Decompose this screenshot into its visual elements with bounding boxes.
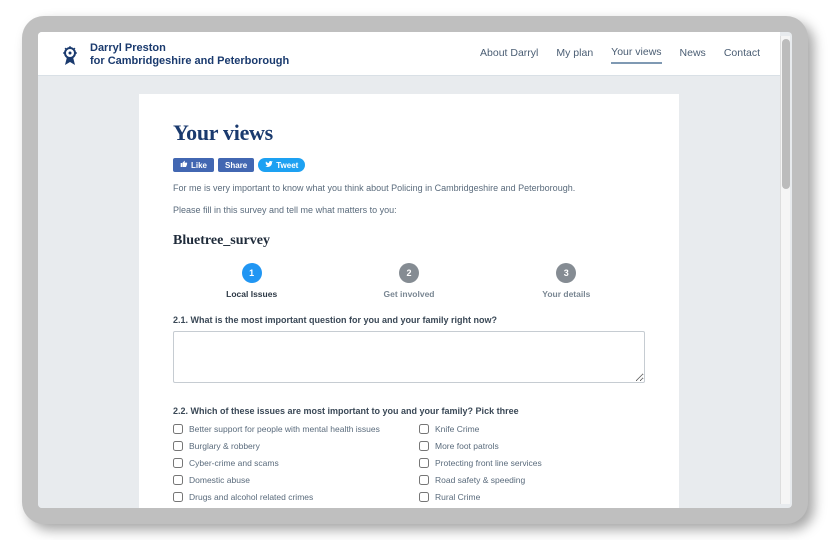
facebook-share-button[interactable]: Share bbox=[218, 158, 254, 172]
brand-name: Darryl Preston bbox=[90, 42, 289, 55]
checkbox-option[interactable]: More foot patrols bbox=[419, 441, 645, 451]
social-buttons: Like Share Tweet bbox=[173, 158, 645, 172]
tablet-frame: Darryl Preston for Cambridgeshire and Pe… bbox=[22, 16, 808, 524]
checkbox-label: Rural Crime bbox=[435, 492, 480, 502]
checkbox-input[interactable] bbox=[173, 458, 183, 468]
question-2-label: 2.2. Which of these issues are most impo… bbox=[173, 406, 645, 416]
checkbox-input[interactable] bbox=[173, 492, 183, 502]
checkbox-input[interactable] bbox=[173, 441, 183, 451]
survey-title: Bluetree_survey bbox=[173, 233, 645, 249]
nav-views[interactable]: Your views bbox=[611, 46, 661, 64]
question-1-label: 2.1. What is the most important question… bbox=[173, 315, 645, 325]
checkbox-option[interactable]: Burglary & robbery bbox=[173, 441, 399, 451]
brand[interactable]: Darryl Preston for Cambridgeshire and Pe… bbox=[58, 42, 289, 67]
checkbox-label: Burglary & robbery bbox=[189, 441, 260, 451]
checkbox-label: Road safety & speeding bbox=[435, 475, 525, 485]
checkbox-label: Domestic abuse bbox=[189, 475, 250, 485]
checkbox-option[interactable]: Rural Crime bbox=[419, 492, 645, 502]
tweet-label: Tweet bbox=[276, 161, 298, 170]
brand-tagline: for Cambridgeshire and Peterborough bbox=[90, 55, 289, 68]
main-nav: About Darryl My plan Your views News Contact bbox=[480, 46, 760, 64]
twitter-icon bbox=[265, 160, 273, 170]
checkbox-label: Drugs and alcohol related crimes bbox=[189, 492, 313, 502]
step-label: Local Issues bbox=[226, 289, 277, 299]
checkbox-input[interactable] bbox=[173, 424, 183, 434]
checkbox-input[interactable] bbox=[419, 475, 429, 485]
checkbox-option[interactable]: Cyber-crime and scams bbox=[173, 458, 399, 468]
content-area: Your views Like Share bbox=[38, 76, 780, 508]
checkbox-label: More foot patrols bbox=[435, 441, 499, 451]
question-2-options: Better support for people with mental he… bbox=[173, 424, 645, 508]
checkbox-input[interactable] bbox=[419, 441, 429, 451]
checkbox-option[interactable]: Protecting front line services bbox=[419, 458, 645, 468]
checkbox-input[interactable] bbox=[419, 492, 429, 502]
step-circle: 2 bbox=[399, 263, 419, 283]
page-title: Your views bbox=[173, 120, 645, 146]
scrollbar-thumb[interactable] bbox=[782, 39, 790, 189]
like-label: Like bbox=[191, 161, 207, 170]
step-circle: 1 bbox=[242, 263, 262, 283]
nav-news[interactable]: News bbox=[680, 47, 706, 63]
checkbox-option[interactable]: Road safety & speeding bbox=[419, 475, 645, 485]
checkbox-input[interactable] bbox=[419, 458, 429, 468]
step-2[interactable]: 2 Get involved bbox=[330, 263, 487, 299]
brand-text: Darryl Preston for Cambridgeshire and Pe… bbox=[90, 42, 289, 67]
site-header: Darryl Preston for Cambridgeshire and Pe… bbox=[38, 32, 780, 76]
step-3[interactable]: 3 Your details bbox=[488, 263, 645, 299]
checkbox-option[interactable]: Knife Crime bbox=[419, 424, 645, 434]
step-circle: 3 bbox=[556, 263, 576, 283]
intro-line2: Please fill in this survey and tell me w… bbox=[173, 204, 645, 218]
intro-line1: For me is very important to know what yo… bbox=[173, 182, 645, 196]
step-1[interactable]: 1 Local Issues bbox=[173, 263, 330, 299]
checkbox-option[interactable]: Better support for people with mental he… bbox=[173, 424, 399, 434]
page-viewport: Darryl Preston for Cambridgeshire and Pe… bbox=[38, 32, 780, 508]
facebook-like-button[interactable]: Like bbox=[173, 158, 214, 172]
rosette-icon bbox=[58, 43, 82, 67]
nav-plan[interactable]: My plan bbox=[556, 47, 593, 63]
share-label: Share bbox=[225, 161, 247, 170]
checkbox-input[interactable] bbox=[419, 424, 429, 434]
checkbox-input[interactable] bbox=[173, 475, 183, 485]
checkbox-option[interactable]: Domestic abuse bbox=[173, 475, 399, 485]
main-card: Your views Like Share bbox=[139, 94, 679, 508]
checkbox-label: Knife Crime bbox=[435, 424, 479, 434]
survey-stepper: 1 Local Issues 2 Get involved 3 Your details bbox=[173, 263, 645, 299]
checkbox-label: Protecting front line services bbox=[435, 458, 542, 468]
checkbox-label: Cyber-crime and scams bbox=[189, 458, 279, 468]
thumb-up-icon bbox=[180, 160, 188, 170]
screen: Darryl Preston for Cambridgeshire and Pe… bbox=[38, 32, 792, 508]
nav-about[interactable]: About Darryl bbox=[480, 47, 538, 63]
question-1-input[interactable] bbox=[173, 331, 645, 383]
step-label: Get involved bbox=[383, 289, 434, 299]
nav-contact[interactable]: Contact bbox=[724, 47, 760, 63]
step-label: Your details bbox=[542, 289, 590, 299]
tweet-button[interactable]: Tweet bbox=[258, 158, 305, 172]
checkbox-label: Better support for people with mental he… bbox=[189, 424, 380, 434]
checkbox-option[interactable]: Drugs and alcohol related crimes bbox=[173, 492, 399, 502]
scrollbar[interactable] bbox=[780, 36, 790, 504]
